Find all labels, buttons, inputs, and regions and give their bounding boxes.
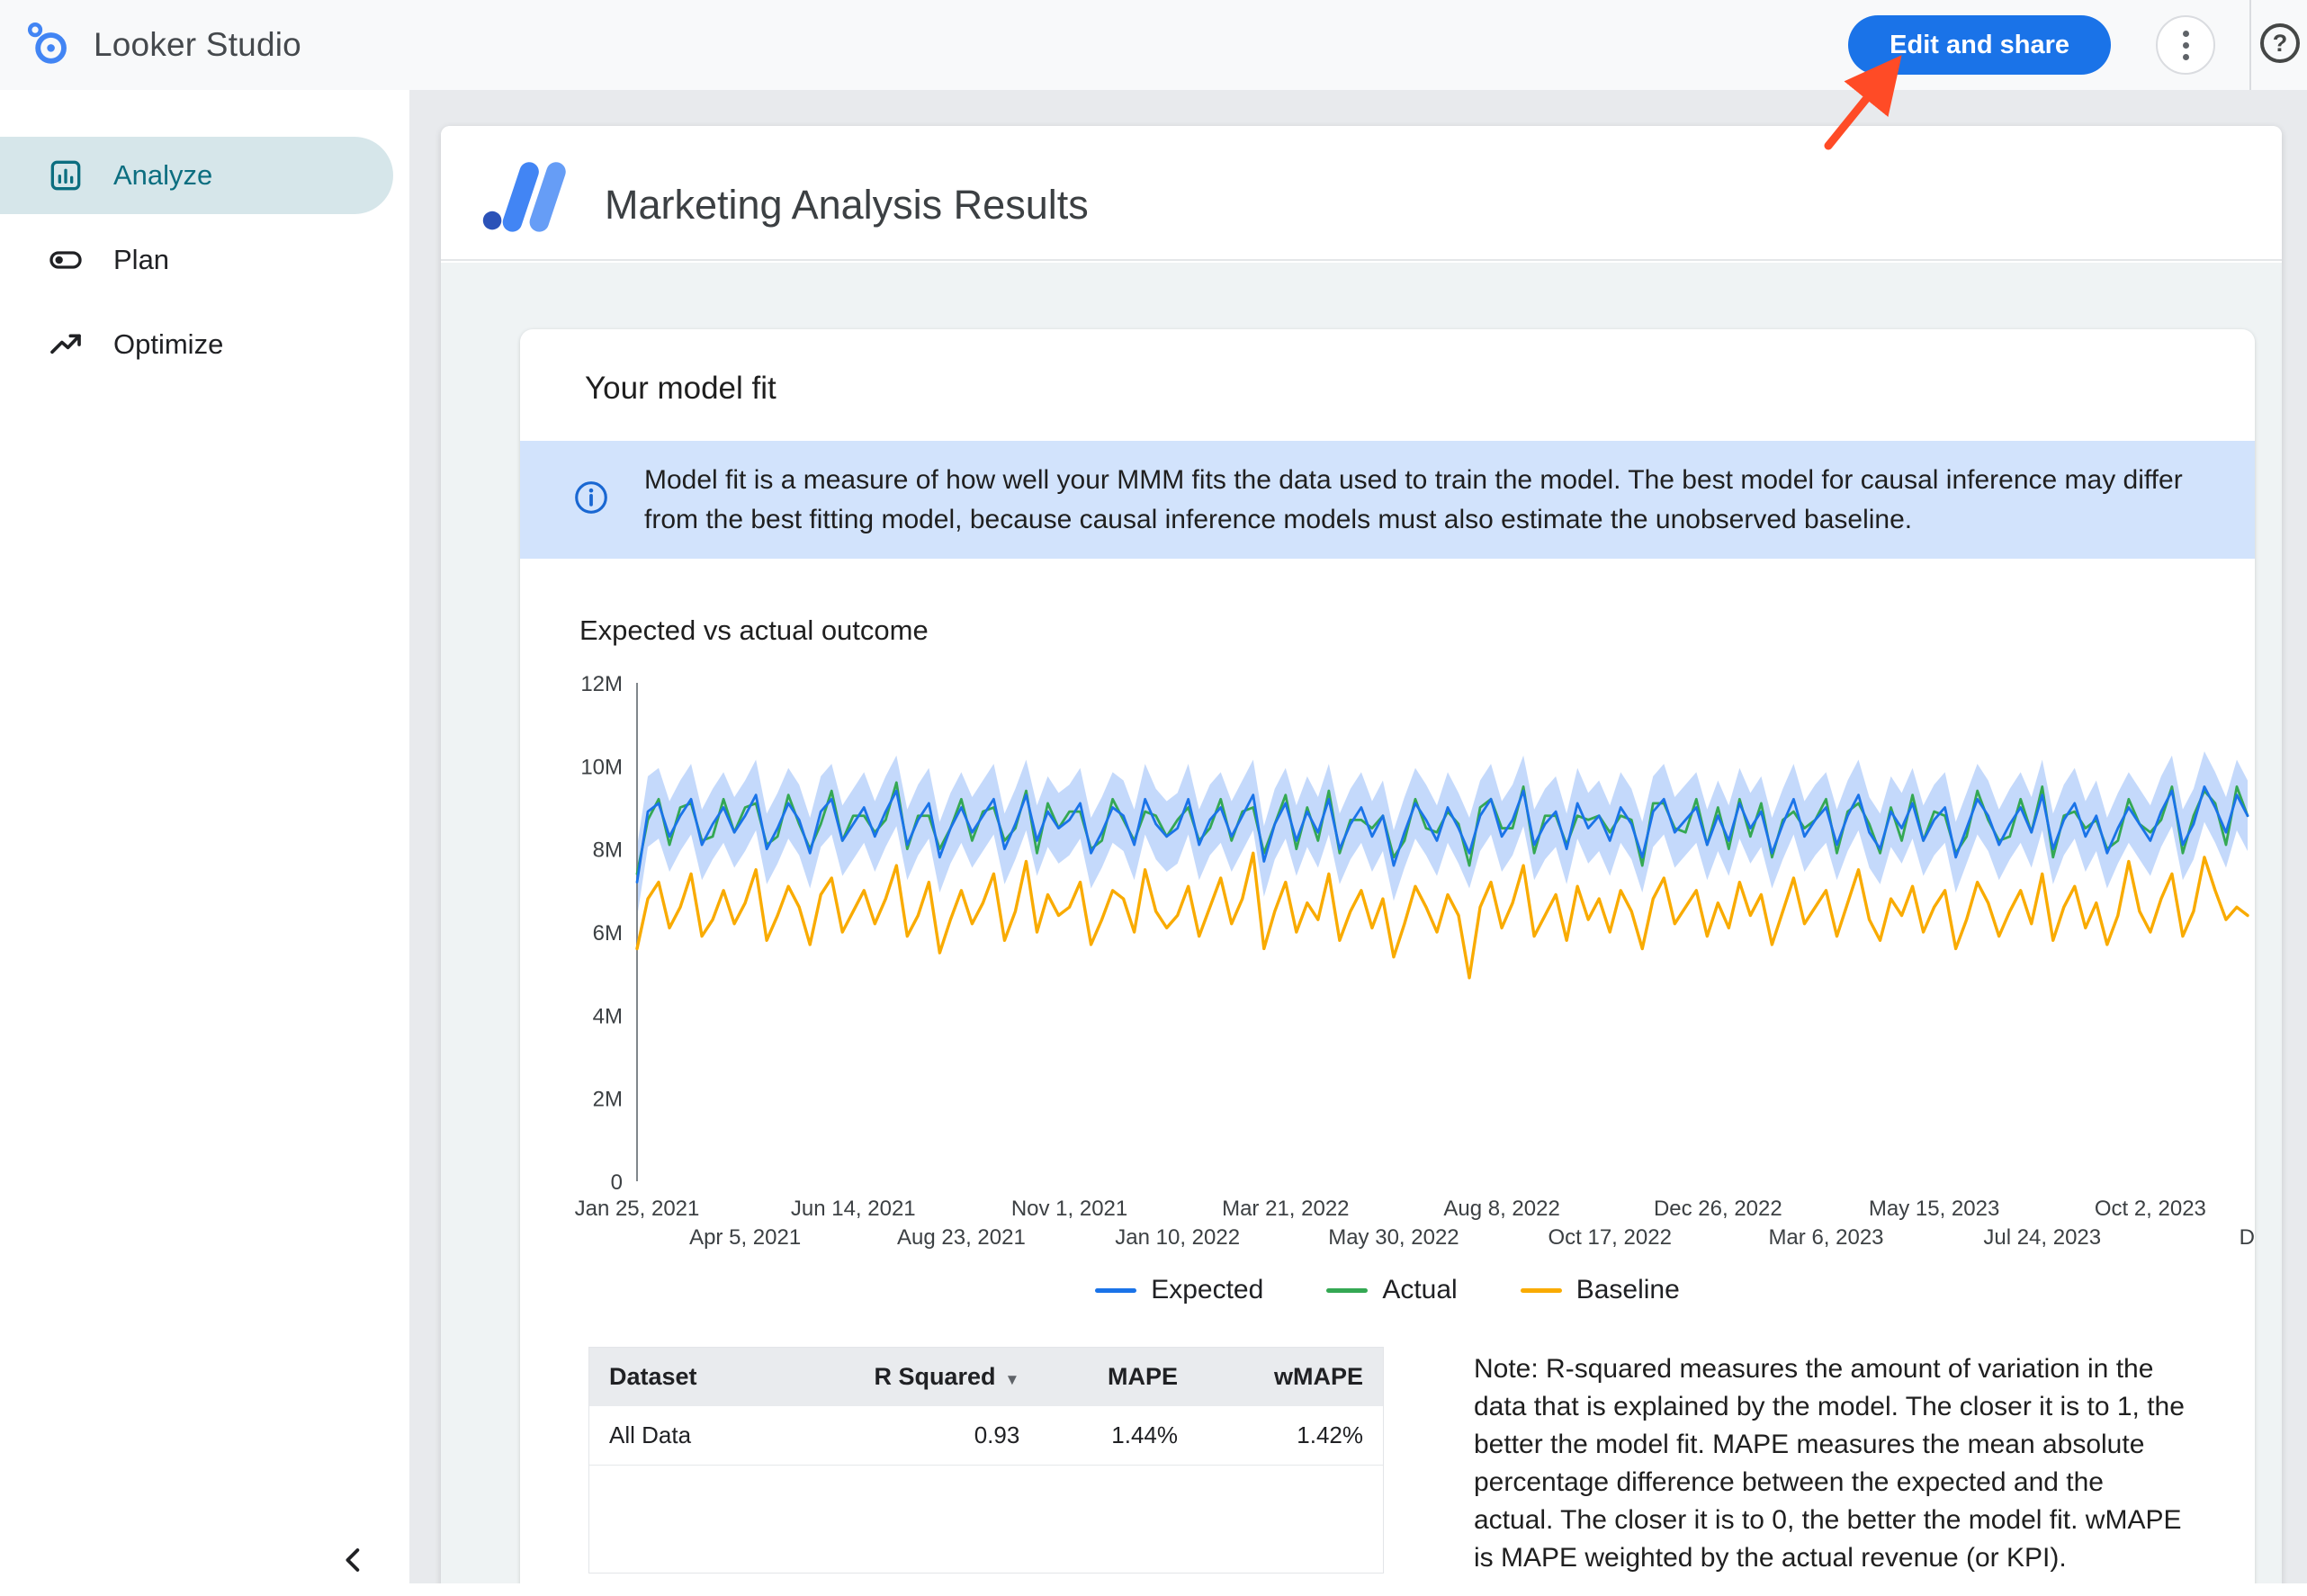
legend-item-baseline: Baseline [1521,1275,1680,1305]
column-header-mape[interactable]: MAPE [1039,1348,1198,1406]
model-fit-card: Your model fit Model fit is a measure of… [520,329,2255,1596]
svg-text:2M: 2M [593,1088,623,1112]
toggle-icon [47,241,85,279]
svg-text:6M: 6M [593,921,623,946]
svg-text:4M: 4M [593,1004,623,1028]
svg-text:May 15, 2023: May 15, 2023 [1869,1197,1999,1221]
sidebar-nav-list: Analyze Plan Optimize [0,90,409,383]
svg-text:Oct 2, 2023: Oct 2, 2023 [2095,1197,2206,1221]
sidebar-item-label: Plan [113,244,169,276]
svg-text:Dec 26, 2022: Dec 26, 2022 [1654,1197,1782,1221]
column-header-rsquared[interactable]: R Squared ▼ [773,1348,1039,1406]
svg-text:May 30, 2022: May 30, 2022 [1328,1225,1459,1250]
sort-descending-icon: ▼ [1004,1371,1019,1388]
svg-text:Apr 5, 2021: Apr 5, 2021 [689,1225,801,1250]
cell-dataset: All Data [589,1406,773,1466]
table-header-row: Dataset R Squared ▼ MAPE wMAPE [589,1348,1383,1406]
analyze-chart-icon [47,157,85,194]
trending-up-icon [47,326,85,363]
marketing-platform-logo-icon [480,158,581,238]
svg-text:Nov 1, 2021: Nov 1, 2021 [1011,1197,1127,1221]
app-title: Looker Studio [94,26,301,64]
report-header: Marketing Analysis Results [441,126,2282,261]
more-options-button[interactable] [2156,15,2215,75]
info-icon [572,479,610,521]
note-text: Note: R-squared measures the amount of v… [1474,1350,2190,1577]
card-title: Your model fit [585,371,2255,407]
svg-text:Dec: Dec [2240,1225,2255,1250]
svg-text:Jul 24, 2023: Jul 24, 2023 [1983,1225,2101,1250]
info-text: Model fit is a measure of how well your … [644,461,2210,539]
sidebar-item-label: Optimize [113,328,223,361]
model-fit-details: Dataset R Squared ▼ MAPE wMAPE [588,1347,2190,1577]
sidebar-item-label: Analyze [113,159,212,192]
column-header-label: R Squared [874,1363,995,1390]
expected-line-swatch [1095,1288,1136,1293]
legend-item-expected: Expected [1095,1275,1263,1305]
chart-legend: Expected Actual Baseline [520,1275,2255,1305]
report-workspace: Marketing Analysis Results Your model fi… [409,90,2307,1596]
svg-text:12M: 12M [580,672,623,696]
report-body: Your model fit Model fit is a measure of… [441,263,2282,1596]
column-header-dataset[interactable]: Dataset [589,1348,773,1406]
topbar: Looker Studio Edit and share ? [0,0,2307,90]
svg-text:Jan 10, 2022: Jan 10, 2022 [1115,1225,1240,1250]
sidebar-collapse-button[interactable] [328,1535,379,1585]
help-button[interactable]: ? [2260,23,2300,63]
sidebar: Analyze Plan Optimize [0,90,409,1596]
kebab-menu-icon [2183,31,2189,60]
svg-text:Jun 14, 2021: Jun 14, 2021 [791,1197,916,1221]
cell-wmape: 1.42% [1198,1406,1383,1466]
chevron-left-icon [334,1540,373,1580]
line-chart-canvas: 0 2M 4M 6M 8M 10M 12M Jan 25, 2021 Apr 5, 2021 Ju… [560,668,2255,1266]
table-row: All Data 0.93 1.44% 1.42% [589,1406,1383,1466]
topbar-divider [2249,0,2251,90]
chart-title: Expected vs actual outcome [579,614,2255,647]
report-page: Marketing Analysis Results Your model fi… [441,126,2282,1596]
looker-studio-window: Looker Studio Edit and share ? [0,0,2307,1596]
svg-text:Aug 8, 2022: Aug 8, 2022 [1443,1197,1559,1221]
actual-line-swatch [1326,1288,1368,1293]
legend-label: Actual [1382,1275,1457,1305]
baseline-line-swatch [1521,1288,1562,1293]
looker-studio-logo-icon [23,19,72,72]
legend-label: Expected [1151,1275,1263,1305]
report-title: Marketing Analysis Results [605,182,1089,229]
fit-metrics-table: Dataset R Squared ▼ MAPE wMAPE [588,1347,1384,1574]
info-banner: Model fit is a measure of how well your … [520,441,2255,559]
model-fit-chart: 0 2M 4M 6M 8M 10M 12M Jan 25, 2021 Apr 5, 2021 Ju… [560,668,2255,1266]
svg-text:Jan 25, 2021: Jan 25, 2021 [575,1197,700,1221]
svg-text:Mar 6, 2023: Mar 6, 2023 [1768,1225,1883,1250]
svg-text:8M: 8M [593,838,623,863]
svg-text:10M: 10M [580,755,623,779]
column-header-wmape[interactable]: wMAPE [1198,1348,1383,1406]
svg-text:Aug 23, 2021: Aug 23, 2021 [897,1225,1026,1250]
legend-item-actual: Actual [1326,1275,1457,1305]
edit-and-share-button[interactable]: Edit and share [1848,15,2111,75]
sidebar-item-analyze[interactable]: Analyze [0,137,393,214]
sidebar-item-plan[interactable]: Plan [0,221,409,299]
sidebar-item-optimize[interactable]: Optimize [0,306,409,383]
brand: Looker Studio [23,0,301,90]
help-icon: ? [2260,23,2300,63]
svg-text:0: 0 [611,1170,623,1195]
legend-label: Baseline [1576,1275,1680,1305]
svg-text:Oct 17, 2022: Oct 17, 2022 [1548,1225,1671,1250]
svg-text:Mar 21, 2022: Mar 21, 2022 [1222,1197,1349,1221]
cell-mape: 1.44% [1039,1406,1198,1466]
cell-rsquared: 0.93 [773,1406,1039,1466]
horizontal-scrollbar[interactable] [409,1583,2307,1596]
